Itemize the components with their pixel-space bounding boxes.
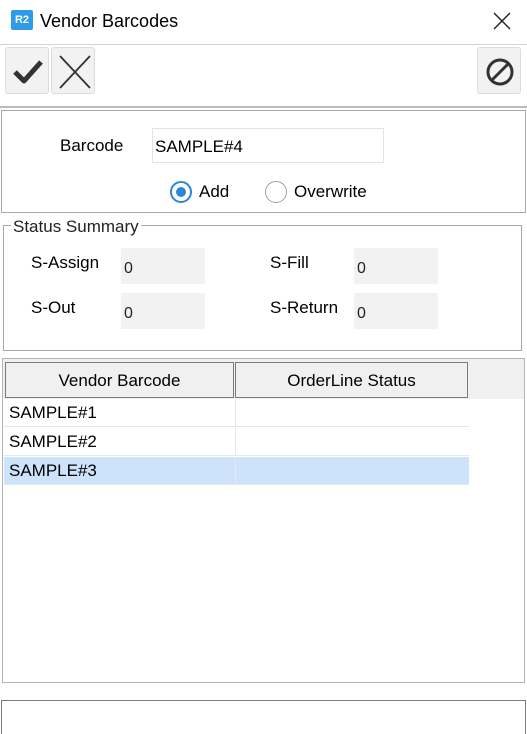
void-button[interactable]: [477, 47, 521, 94]
s-assign-value: 0: [121, 248, 205, 284]
s-assign-label: S-Assign: [31, 253, 100, 272]
status-summary-title: Status Summary: [11, 216, 141, 238]
s-return-label: S-Return: [270, 298, 339, 317]
barcode-label: Barcode: [60, 136, 124, 155]
table-row-3-barcode[interactable]: SAMPLE#3: [4, 457, 235, 485]
table-row-2-status[interactable]: [235, 428, 469, 456]
radio-add-indicator[interactable]: [170, 181, 192, 203]
barcode-input[interactable]: SAMPLE#4: [152, 128, 384, 163]
table-row-1-status[interactable]: [235, 399, 469, 427]
column-header-vendor-barcode[interactable]: Vendor Barcode: [5, 362, 234, 398]
s-out-label: S-Out: [31, 298, 76, 317]
radio-overwrite[interactable]: Overwrite: [265, 180, 385, 204]
cancel-button[interactable]: [51, 47, 95, 94]
radio-overwrite-indicator[interactable]: [265, 181, 287, 203]
prohibit-icon: [486, 58, 514, 86]
radio-add[interactable]: Add: [170, 180, 250, 204]
confirm-button[interactable]: [5, 47, 49, 94]
app-logo: R2: [11, 10, 33, 30]
table-row-3-status[interactable]: [235, 457, 469, 485]
s-fill-label: S-Fill: [270, 253, 309, 272]
check-icon: [13, 60, 43, 84]
toolbar-bottom-border: [0, 106, 527, 108]
column-header-orderline-status[interactable]: OrderLine Status: [235, 362, 468, 398]
s-out-value: 0: [121, 293, 205, 329]
window-title: Vendor Barcodes: [40, 11, 179, 31]
close-button[interactable]: [489, 8, 515, 34]
radio-add-label: Add: [199, 182, 230, 201]
table-row-2-barcode[interactable]: SAMPLE#2: [4, 428, 235, 456]
close-icon: [493, 12, 511, 30]
s-return-value: 0: [354, 293, 438, 329]
toolbar-separator: [0, 44, 527, 45]
cross-icon: [59, 55, 91, 89]
status-summary-group: [3, 225, 522, 351]
notes-box[interactable]: [1, 700, 526, 734]
radio-overwrite-label: Overwrite: [294, 182, 367, 201]
s-fill-value: 0: [354, 248, 438, 284]
table-row-1-barcode[interactable]: SAMPLE#1: [4, 399, 235, 427]
